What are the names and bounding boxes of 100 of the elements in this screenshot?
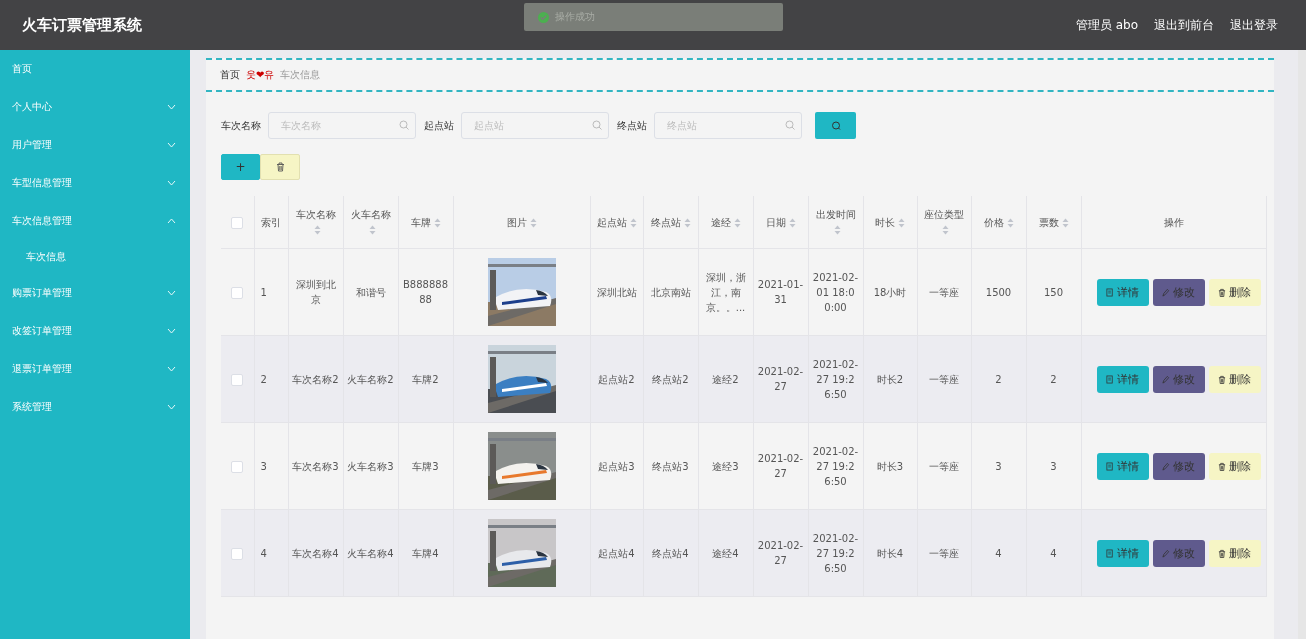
checkbox[interactable] [231, 373, 244, 386]
add-button[interactable]: + [221, 154, 260, 180]
checkbox[interactable] [231, 547, 244, 560]
detail-button[interactable]: 详情 [1096, 452, 1149, 480]
column-header[interactable]: 出发时间 [808, 196, 863, 249]
column-header: 索引 [254, 196, 288, 249]
delete-button[interactable]: 删除 [1208, 539, 1261, 567]
sidebar-label: 系统管理 [12, 400, 52, 414]
breadcrumb-link[interactable]: 首页 [220, 68, 240, 82]
table-cell: 深圳，浙江，南京。。... [698, 248, 753, 336]
table-cell: 途经4 [698, 509, 753, 597]
table-cell: 2021-02-27 19:26:50 [808, 422, 863, 510]
sidebar-label: 购票订单管理 [12, 286, 72, 300]
document-icon [1106, 374, 1114, 384]
table-cell: 途经2 [698, 335, 753, 423]
checkbox[interactable] [231, 286, 244, 299]
table-cell: 时长3 [863, 422, 917, 510]
table-cell: 2 [1026, 335, 1081, 423]
table-cell: 北京南站 [643, 248, 698, 336]
pencil-icon [1162, 374, 1170, 384]
field-label: 车次名称 [221, 118, 261, 133]
column-header[interactable]: 起点站 [590, 196, 643, 249]
detail-button[interactable]: 详情 [1096, 278, 1149, 306]
sidebar-label: 用户管理 [12, 138, 52, 152]
table-cell: 2021-02-01 18:00:00 [808, 248, 863, 336]
pencil-icon [1162, 287, 1170, 297]
table-cell: 4 [254, 509, 288, 597]
column-header[interactable]: 途经 [698, 196, 753, 249]
header-link[interactable]: 退出登录 [1230, 16, 1278, 34]
column-header[interactable]: 日期 [753, 196, 808, 249]
search-icon [830, 120, 841, 131]
table-cell: 起点站4 [590, 509, 643, 597]
field-label: 终点站 [617, 118, 647, 133]
table-cell: B88888888 [398, 248, 453, 336]
trash-icon [1218, 374, 1226, 384]
checkbox[interactable] [231, 460, 244, 473]
table-cell: 2021-02-27 [753, 509, 808, 597]
table-cell: 2 [254, 335, 288, 423]
table-cell: 时长2 [863, 335, 917, 423]
search-icon [399, 120, 409, 130]
document-icon [1106, 287, 1114, 297]
column-header[interactable]: 车牌 [398, 196, 453, 249]
table-cell: 深圳北站 [590, 248, 643, 336]
pencil-icon [1162, 461, 1170, 471]
breadcrumb-current: 车次信息 [280, 68, 321, 82]
delete-button[interactable]: 删除 [1208, 365, 1261, 393]
table-cell: 深圳到北京 [288, 248, 343, 336]
checkbox[interactable] [231, 216, 244, 229]
column-header[interactable]: 终点站 [643, 196, 698, 249]
column-header[interactable]: 车次名称 [288, 196, 343, 249]
table-cell: 车牌2 [398, 335, 453, 423]
sidebar-label: 退票订单管理 [12, 362, 72, 376]
header-link[interactable]: 退出到前台 [1154, 16, 1214, 34]
table-cell: 车次名称4 [288, 509, 343, 597]
table-cell: 3 [254, 422, 288, 510]
delete-button[interactable]: 删除 [1208, 452, 1261, 480]
success-icon [538, 11, 549, 23]
column-header[interactable]: 票数 [1026, 196, 1081, 249]
search-icon [785, 120, 795, 130]
table-cell: 一等座 [917, 509, 971, 597]
table-cell: 2 [971, 335, 1026, 423]
detail-button[interactable]: 详情 [1096, 539, 1149, 567]
sidebar-label: 首页 [12, 62, 32, 76]
detail-button[interactable]: 详情 [1096, 365, 1149, 393]
header-link[interactable]: 管理员 abo [1075, 16, 1138, 34]
table-cell: 3 [971, 422, 1026, 510]
column-header[interactable]: 座位类型 [917, 196, 971, 249]
table-cell: 和谐号 [343, 248, 398, 336]
table-cell: 18小时 [863, 248, 917, 336]
table-cell: 途经3 [698, 422, 753, 510]
table-cell: 2021-02-27 [753, 422, 808, 510]
table-cell: 4 [1026, 509, 1081, 597]
table-cell: 1500 [971, 248, 1026, 336]
table-cell: 终点站4 [643, 509, 698, 597]
table-cell: 时长4 [863, 509, 917, 597]
trash-icon [1218, 548, 1226, 558]
column-header[interactable]: 价格 [971, 196, 1026, 249]
table-cell: 一等座 [917, 335, 971, 423]
column-header[interactable]: 时长 [863, 196, 917, 249]
search-button[interactable] [815, 112, 856, 139]
table-cell: 2021-02-27 [753, 335, 808, 423]
breadcrumb-separator: 웃❤유 [246, 68, 275, 82]
search-icon [592, 120, 602, 130]
table-cell: 车牌3 [398, 422, 453, 510]
table-cell: 终点站2 [643, 335, 698, 423]
column-header: 操作 [1081, 196, 1266, 249]
table-cell: 火车名称2 [343, 335, 398, 423]
table-cell: 火车名称3 [343, 422, 398, 510]
sidebar-label: 车型信息管理 [12, 176, 72, 190]
scrollbar[interactable] [1298, 50, 1306, 639]
delete-button[interactable]: 删除 [1208, 278, 1261, 306]
table-cell: 起点站2 [590, 335, 643, 423]
sidebar-label: 车次信息管理 [12, 214, 72, 228]
table-cell: 2021-01-31 [753, 248, 808, 336]
column-header[interactable]: 图片 [453, 196, 590, 249]
delete-button[interactable] [260, 154, 300, 180]
table-cell: 火车名称4 [343, 509, 398, 597]
table-cell: 车次名称3 [288, 422, 343, 510]
column-header[interactable]: 火车名称 [343, 196, 398, 249]
document-icon [1106, 548, 1114, 558]
